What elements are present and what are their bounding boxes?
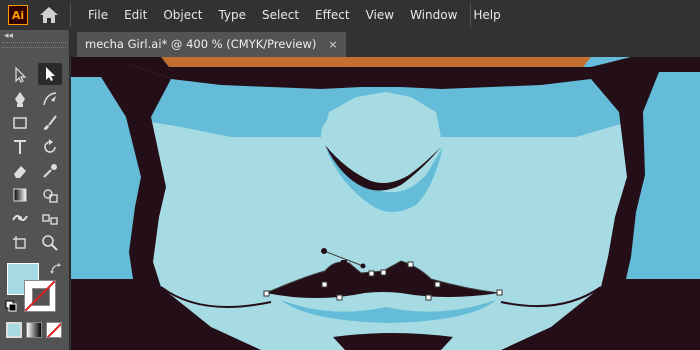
pen-tool-icon[interactable] (8, 88, 32, 110)
anchor-point[interactable] (321, 281, 328, 288)
document-tab-bar: mecha Girl.ai* @ 400 % (CMYK/Preview) × (71, 30, 700, 57)
menu-bar: Ai File Edit Object Type Select Effect V… (0, 0, 700, 30)
menu-view[interactable]: View (358, 0, 402, 30)
eraser-tool-icon[interactable] (8, 160, 32, 182)
color-mode-button[interactable] (6, 322, 22, 338)
eyedropper-tool-icon[interactable] (38, 160, 62, 182)
anchor-point[interactable] (380, 269, 387, 276)
menu-select[interactable]: Select (254, 0, 307, 30)
type-tool-icon[interactable] (8, 136, 32, 158)
curvature-tool-icon[interactable] (38, 88, 62, 110)
shape-builder-tool-icon[interactable] (38, 184, 62, 206)
menu-object[interactable]: Object (155, 0, 210, 30)
lower-lip (333, 333, 453, 350)
gradient-mode-button[interactable] (26, 322, 42, 338)
menu-file[interactable]: File (80, 0, 116, 30)
paintbrush-tool-icon[interactable] (38, 112, 62, 134)
anchor-point[interactable] (434, 281, 441, 288)
tools-panel: ◂◂ (0, 30, 70, 350)
puppet-warp-tool-icon[interactable] (8, 208, 32, 230)
none-mode-button[interactable] (46, 322, 62, 338)
menu-divider (70, 3, 71, 27)
document-tab-title: mecha Girl.ai* @ 400 % (CMYK/Preview) (85, 37, 317, 51)
anchor-point[interactable] (336, 294, 343, 301)
direct-selection-tool-icon[interactable] (38, 63, 62, 85)
selection-tool-icon[interactable] (8, 64, 32, 86)
hair-accent (161, 57, 591, 67)
menu-window[interactable]: Window (402, 0, 465, 30)
rectangle-tool-icon[interactable] (8, 112, 32, 134)
menu-help[interactable]: Help (465, 0, 508, 30)
anchor-point[interactable] (263, 290, 270, 297)
menu-items: File Edit Object Type Select Effect View… (80, 0, 509, 30)
default-fill-stroke-icon[interactable] (5, 300, 17, 312)
document-tab[interactable]: mecha Girl.ai* @ 400 % (CMYK/Preview) × (77, 32, 346, 57)
anchor-point[interactable] (496, 289, 503, 296)
illustration[interactable] (71, 57, 700, 350)
anchor-point[interactable] (425, 294, 432, 301)
zoom-tool-icon[interactable] (38, 232, 62, 254)
swap-fill-stroke-icon[interactable] (49, 262, 63, 276)
panel-grip[interactable] (2, 42, 66, 48)
menu-type[interactable]: Type (210, 0, 254, 30)
illustrator-logo: Ai (8, 5, 28, 25)
menu-divider (470, 3, 471, 27)
menu-effect[interactable]: Effect (307, 0, 358, 30)
anchor-point[interactable] (368, 270, 375, 277)
anchor-point[interactable] (407, 261, 414, 268)
blend-tool-icon[interactable] (38, 208, 62, 230)
stroke-color-swatch[interactable] (24, 280, 56, 312)
menu-edit[interactable]: Edit (116, 0, 155, 30)
close-icon[interactable]: × (328, 32, 337, 57)
rotate-tool-icon[interactable] (38, 136, 62, 158)
home-icon[interactable] (38, 5, 60, 25)
artboard-canvas[interactable] (71, 57, 700, 350)
bezier-handle-point[interactable] (360, 263, 366, 269)
collapse-panel-icon[interactable]: ◂◂ (4, 31, 13, 41)
bezier-handle-point[interactable] (321, 248, 327, 254)
gradient-tool-icon[interactable] (8, 184, 32, 206)
artboard-tool-icon[interactable] (8, 232, 32, 254)
selected-anchor-point[interactable] (341, 260, 347, 266)
